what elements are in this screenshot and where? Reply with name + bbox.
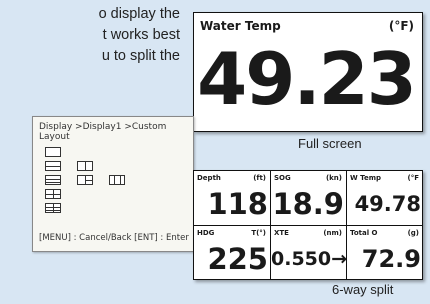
cell-unit: (°F <box>407 174 419 182</box>
fullscreen-caption: Full screen <box>298 136 362 151</box>
cell-label: XTE <box>274 229 289 237</box>
split-cell-water-temp: W Temp (°F 49.78 <box>347 171 423 225</box>
cell-value: 72.9 <box>361 245 421 273</box>
layout-option-2-row-icon[interactable] <box>45 161 61 171</box>
cell-label: Total O <box>350 229 378 237</box>
cell-value: 49.78 <box>354 192 421 216</box>
split-cell-total-fuel: Total O (g) 72.9 <box>347 226 423 280</box>
cell-value: 118 <box>207 187 268 221</box>
layout-option-4-grid-icon[interactable] <box>45 189 61 199</box>
split-cell-heading: HDG T(°) 225 <box>194 226 270 280</box>
cell-value: 225 <box>207 242 268 276</box>
intro-line-2: t works best <box>102 27 180 43</box>
split-cell-sog: SOG (kn) 18.9 <box>271 171 346 225</box>
cell-unit: (ft) <box>253 174 266 182</box>
layout-option-full-icon[interactable] <box>45 147 61 157</box>
cell-unit: (nm) <box>323 229 342 237</box>
six-way-split-display: Depth (ft) 118 SOG (kn) 18.9 W Temp (°F … <box>193 170 423 280</box>
fullscreen-display: Water Temp (°F) 49.23 <box>193 12 423 132</box>
split-cell-depth: Depth (ft) 118 <box>194 171 270 225</box>
intro-line-3: u to split the <box>101 48 180 64</box>
layout-option-3-mixed-icon[interactable] <box>77 175 93 185</box>
intro-line-1: o display the <box>98 6 180 22</box>
layout-option-3-row-icon[interactable] <box>45 175 61 185</box>
cell-value: 18.9 <box>272 187 344 221</box>
water-temp-value: 49.23 <box>197 37 417 121</box>
cell-unit: (g) <box>407 229 419 237</box>
cell-unit: (kn) <box>325 174 342 182</box>
cell-label: HDG <box>197 229 215 237</box>
cell-label: SOG <box>274 174 291 182</box>
custom-layout-screen: Display >Display1 >Custom Layout [MENU] … <box>32 116 194 252</box>
cell-unit: T(°) <box>251 229 266 237</box>
breadcrumb: Display >Display1 >Custom Layout <box>39 122 167 142</box>
layout-option-6-grid-icon[interactable] <box>45 203 61 213</box>
softkey-footer: [MENU] : Cancel/Back [ENT] : Enter <box>39 233 189 243</box>
cell-label: W Temp <box>350 174 382 182</box>
split-caption: 6-way split <box>332 282 394 297</box>
split-cell-xte: XTE (nm) 0.550→ <box>271 226 348 280</box>
layout-option-3-col-icon[interactable] <box>109 175 125 185</box>
intro-paragraph: o display the t works best u to split th… <box>0 4 180 67</box>
cell-label: Depth <box>197 174 221 182</box>
layout-option-2-col-icon[interactable] <box>77 161 93 171</box>
cell-value: 0.550→ <box>271 248 348 270</box>
